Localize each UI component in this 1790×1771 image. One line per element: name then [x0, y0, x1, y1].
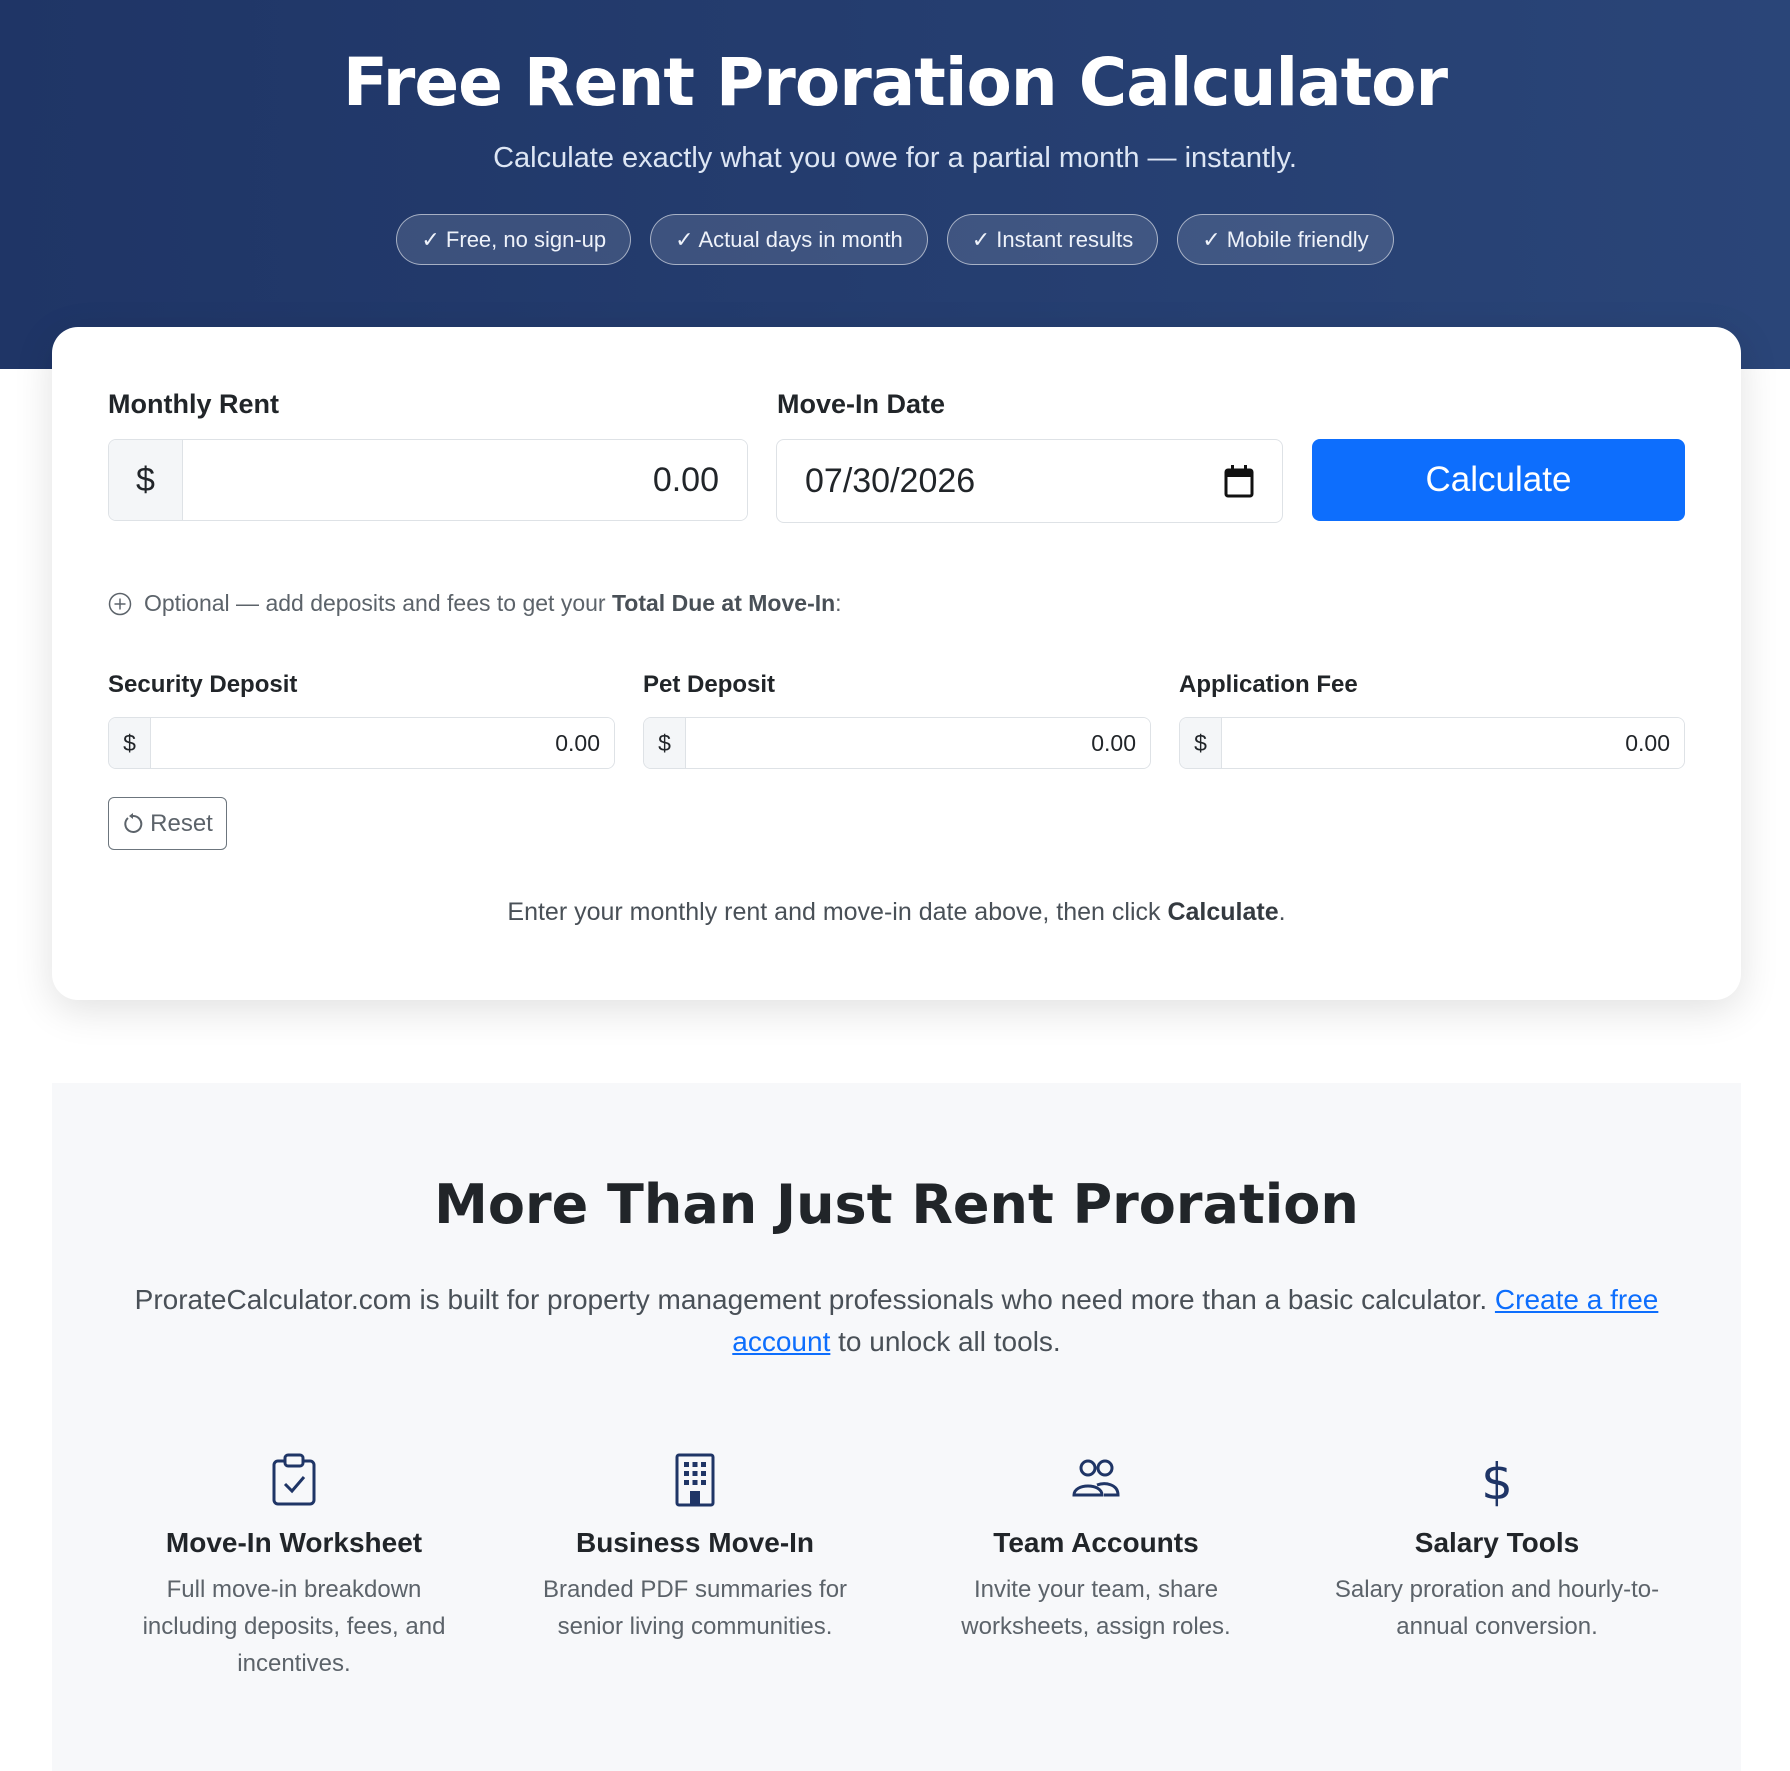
feature-text: Branded PDF summaries for senior living … — [542, 1576, 848, 1640]
move-in-date-label: Move-In Date — [777, 389, 946, 419]
feature-name: Salary Tools — [1414, 1527, 1580, 1558]
monthly-rent-label: Monthly Rent — [108, 389, 279, 419]
feature-text: Invite your team, share worksheets, assi… — [961, 1576, 1231, 1640]
application-fee-input[interactable] — [1222, 718, 1684, 768]
calculate-button[interactable]: Calculate — [1312, 439, 1685, 521]
feature-salary-tools: $ Salary Tools Salary proration and hour… — [1322, 1453, 1672, 1645]
feature-move-in-worksheet: Move-In Worksheet Full move-in breakdown… — [119, 1453, 469, 1682]
move-in-date-input[interactable]: 07/30/2026 — [776, 439, 1283, 523]
application-fee-label: Application Fee — [1179, 671, 1358, 698]
feature-name: Business Move-In — [575, 1527, 815, 1558]
currency-addon: $ — [644, 718, 686, 768]
pet-deposit-label: Pet Deposit — [643, 671, 776, 698]
feature-text: Salary proration and hourly-to-annual co… — [1334, 1576, 1660, 1640]
page-subtitle: Calculate exactly what you owe for a par… — [493, 142, 1297, 174]
page-title: Free Rent Proration Calculator — [342, 44, 1448, 121]
currency-addon: $ — [109, 440, 183, 520]
currency-addon: $ — [1180, 718, 1222, 768]
hero-banner: Free Rent Proration Calculator Calculate… — [0, 0, 1790, 369]
feature-name: Move-In Worksheet — [165, 1527, 423, 1558]
badge-instant: ✓ Instant results — [946, 214, 1159, 265]
svg-text:$: $ — [1481, 1453, 1513, 1507]
feature-name: Team Accounts — [993, 1527, 1199, 1558]
reset-button[interactable]: Reset — [108, 797, 227, 850]
feature-text: Full move-in breakdown including deposit… — [142, 1576, 446, 1677]
optional-toggle[interactable]: Optional — add deposits and fees to get … — [108, 590, 842, 617]
features-description: ProrateCalculator.com is built for prope… — [134, 1284, 1659, 1357]
instruction-hint: Enter your monthly rent and move-in date… — [507, 898, 1286, 926]
badge-mobile: ✓ Mobile friendly — [1177, 214, 1394, 265]
security-deposit-input[interactable] — [151, 718, 614, 768]
currency-addon: $ — [109, 718, 151, 768]
pet-deposit-group: $ — [643, 717, 1151, 769]
dollar-icon: $ — [1481, 1453, 1513, 1507]
calculator-card: Monthly Rent $ Move-In Date 07/30/2026 C… — [52, 327, 1741, 1000]
clipboard-check-icon — [272, 1453, 316, 1506]
feature-business-move-in: Business Move-In Branded PDF summaries f… — [520, 1453, 870, 1645]
monthly-rent-input[interactable] — [183, 440, 747, 520]
application-fee-group: $ — [1179, 717, 1685, 769]
security-deposit-label: Security Deposit — [108, 671, 298, 698]
people-icon — [1072, 1459, 1120, 1497]
reset-label: Reset — [150, 809, 213, 837]
pet-deposit-input[interactable] — [686, 718, 1150, 768]
reset-icon — [124, 812, 143, 833]
plus-circle-icon — [108, 592, 132, 615]
badge-actual-days: ✓ Actual days in month — [650, 214, 928, 265]
badge-free: ✓ Free, no sign-up — [396, 214, 632, 265]
building-icon — [675, 1453, 715, 1507]
calendar-icon[interactable] — [1224, 464, 1254, 498]
features-section: More Than Just Rent Proration ProrateCal… — [52, 1083, 1741, 1771]
monthly-rent-group: $ — [108, 439, 748, 521]
security-deposit-group: $ — [108, 717, 615, 769]
optional-text: Optional — add deposits and fees to get … — [144, 590, 842, 616]
move-in-date-value: 07/30/2026 — [805, 461, 976, 500]
feature-badges: ✓ Free, no sign-up ✓ Actual days in mont… — [0, 214, 1790, 265]
features-title: More Than Just Rent Proration — [434, 1173, 1359, 1236]
feature-team-accounts: Team Accounts Invite your team, share wo… — [921, 1453, 1271, 1645]
